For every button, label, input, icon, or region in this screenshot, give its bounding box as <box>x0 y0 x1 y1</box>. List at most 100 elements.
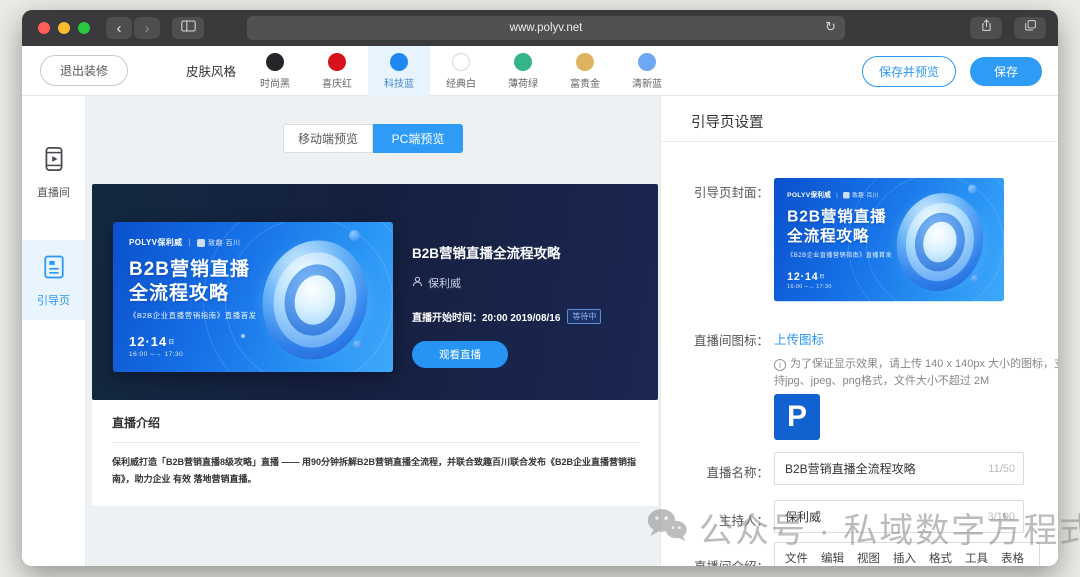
editor-menu-tools[interactable]: 工具 <box>965 550 988 566</box>
partner-logo-mark <box>197 239 205 247</box>
skin-swatch-blue[interactable]: 科技蓝 <box>368 46 430 96</box>
banner-date-block: 12·14日 16:00 ─→ 17:30 <box>129 334 183 358</box>
skin-swatch-red[interactable]: 喜庆红 <box>306 46 368 96</box>
traffic-lights <box>38 22 90 34</box>
editor-menu-insert[interactable]: 插入 <box>893 550 916 566</box>
decor-dot <box>241 334 245 338</box>
editor-menu-edit[interactable]: 编辑 <box>821 550 844 566</box>
host-input[interactable] <box>775 510 987 524</box>
upload-hint: i为了保证显示效果，请上传 140 x 140px 大小的图标，支持jpg、jp… <box>774 356 1058 390</box>
browser-nav: ‹ › <box>106 17 160 39</box>
editor-menu-table[interactable]: 表格 <box>1001 550 1024 566</box>
skin-swatch-lightblue[interactable]: 清新蓝 <box>616 46 678 96</box>
status-badge: 等待中 <box>567 309 601 324</box>
room-intro-editor[interactable]: 文件 编辑 视图 插入 格式 工具 表格 <box>774 542 1040 566</box>
banner-date: 12·14日 <box>787 270 832 282</box>
sidebar-item-guide-page[interactable]: 引导页 <box>22 240 85 320</box>
host-name: 保利威 <box>428 275 461 291</box>
toolbar-actions: 保存并预览 保存 <box>862 46 1042 96</box>
intro-heading: 直播介绍 <box>112 414 160 431</box>
banner-subtitle: 《B2B企业直播营销指南》直播首发 <box>129 310 257 321</box>
close-window-icon[interactable] <box>38 22 50 34</box>
color-dot <box>266 53 284 71</box>
exit-decoration-button[interactable]: 退出装修 <box>40 55 128 86</box>
banner-subtitle: 《B2B企业直播营销指南》直播首发 <box>787 250 892 259</box>
upload-icon-link[interactable]: 上传图标 <box>774 329 824 348</box>
live-start-time: 直播开始时间：20:00 2019/08/16 等待中 <box>412 309 601 324</box>
tabs-overview-button[interactable] <box>1014 17 1046 39</box>
content-area: 直播间 引导页 移动端预览 PC端预览 <box>22 96 1058 566</box>
sidebar-toggle-icon <box>181 19 196 37</box>
address-bar[interactable]: www.polyv.net ↻ <box>247 16 845 40</box>
url-text: www.polyv.net <box>510 22 583 34</box>
maximize-window-icon[interactable] <box>78 22 90 34</box>
banner-logos: POLYV保利威 | 致趣·百川 <box>787 190 879 199</box>
live-name-input[interactable] <box>775 462 988 476</box>
back-icon: ‹ <box>117 21 122 36</box>
live-info: B2B营销直播全流程攻略 保利威 直播开始时间：20:00 2019/08/16… <box>412 242 601 368</box>
sidebar-toggle-button[interactable] <box>172 17 204 39</box>
color-dot <box>638 53 656 71</box>
host-field: 3/100 <box>774 500 1024 533</box>
editor-menu-view[interactable]: 视图 <box>857 550 880 566</box>
forward-button[interactable]: › <box>134 17 160 39</box>
intro-body: 保利威打造「B2B营销直播8级攻略」直播 —— 用90分钟拆解B2B营销直播全流… <box>112 454 640 488</box>
save-and-preview-button[interactable]: 保存并预览 <box>862 56 956 87</box>
cover-label: 引导页封面： <box>669 182 769 201</box>
skin-swatch-green[interactable]: 薄荷绿 <box>492 46 554 96</box>
polyv-logo: POLYV保利威 <box>129 237 183 248</box>
guide-page-preview: POLYV保利威 | 致趣·百川 B2B营销直播 全流程攻略 《B2B企业直播营… <box>92 184 658 400</box>
preview-area: 移动端预览 PC端预览 <box>86 96 660 566</box>
swatch-label: 时尚黑 <box>260 75 290 90</box>
page: ‹ › www.polyv.net ↻ <box>0 0 1080 577</box>
editor-menu-file[interactable]: 文件 <box>785 550 808 566</box>
tab-pc-preview[interactable]: PC端预览 <box>373 124 463 153</box>
tab-mobile-preview[interactable]: 移动端预览 <box>283 124 373 153</box>
guide-page-icon <box>40 253 68 286</box>
host-label: 主持人： <box>669 510 769 529</box>
partner-logo-mark <box>843 192 850 199</box>
share-button[interactable] <box>970 17 1002 39</box>
swatch-label: 经典白 <box>446 75 476 90</box>
browser-window: ‹ › www.polyv.net ↻ <box>22 10 1058 566</box>
swatch-label: 喜庆红 <box>322 75 352 90</box>
live-title: B2B营销直播全流程攻略 <box>412 242 601 262</box>
back-button[interactable]: ‹ <box>106 17 132 39</box>
logo-separator: | <box>189 238 191 247</box>
sidebar-item-label: 直播间 <box>37 184 70 200</box>
watch-live-button[interactable]: 观看直播 <box>412 341 508 368</box>
minimize-window-icon[interactable] <box>58 22 70 34</box>
color-dot <box>514 53 532 71</box>
editor-menu-bar: 文件 编辑 视图 插入 格式 工具 表格 <box>775 543 1039 566</box>
divider <box>112 442 640 443</box>
swatch-label: 富贵金 <box>570 75 600 90</box>
tabs-icon <box>1024 19 1037 37</box>
preview-tabs: 移动端预览 PC端预览 <box>283 124 463 153</box>
banner-title: B2B营销直播 全流程攻略 <box>129 258 250 306</box>
polyv-logo: POLYV保利威 <box>787 190 831 199</box>
decor-dot <box>349 230 360 241</box>
skin-swatches: 时尚黑 喜庆红 科技蓝 经典白 薄荷绿 <box>244 46 678 96</box>
skin-swatch-black[interactable]: 时尚黑 <box>244 46 306 96</box>
banner-logos: POLYV保利威 | 致趣·百川 <box>129 237 240 248</box>
sidebar-item-live-room[interactable]: 直播间 <box>22 132 85 212</box>
color-dot <box>576 53 594 71</box>
room-intro-label: 直播间介绍： <box>669 556 769 566</box>
skin-swatch-gold[interactable]: 富贵金 <box>554 46 616 96</box>
banner-title: B2B营销直播 全流程攻略 <box>787 208 886 248</box>
save-button[interactable]: 保存 <box>970 57 1042 86</box>
editor-menu-format[interactable]: 格式 <box>929 550 952 566</box>
share-icon <box>980 19 993 37</box>
swatch-label: 科技蓝 <box>384 75 414 90</box>
skin-swatch-white[interactable]: 经典白 <box>430 46 492 96</box>
live-cover-banner: POLYV保利威 | 致趣·百川 B2B营销直播 全流程攻略 《B2B企业直播营… <box>113 222 393 372</box>
live-host: 保利威 <box>412 275 601 291</box>
divider <box>661 141 1058 142</box>
live-intro-section: 直播介绍 保利威打造「B2B营销直播8级攻略」直播 —— 用90分钟拆解B2B营… <box>92 400 658 506</box>
reload-icon[interactable]: ↻ <box>825 19 836 35</box>
cover-thumbnail: POLYV保利威 | 致趣·百川 B2B营销直播 全流程攻略 《B2B企业直播营… <box>774 178 1004 304</box>
banner-time: 16:00 ─→ 17:30 <box>129 351 183 358</box>
partner-logo: 致趣·百川 <box>843 191 879 199</box>
room-icon-label: 直播间图标： <box>669 330 769 349</box>
forward-icon: › <box>145 21 150 36</box>
